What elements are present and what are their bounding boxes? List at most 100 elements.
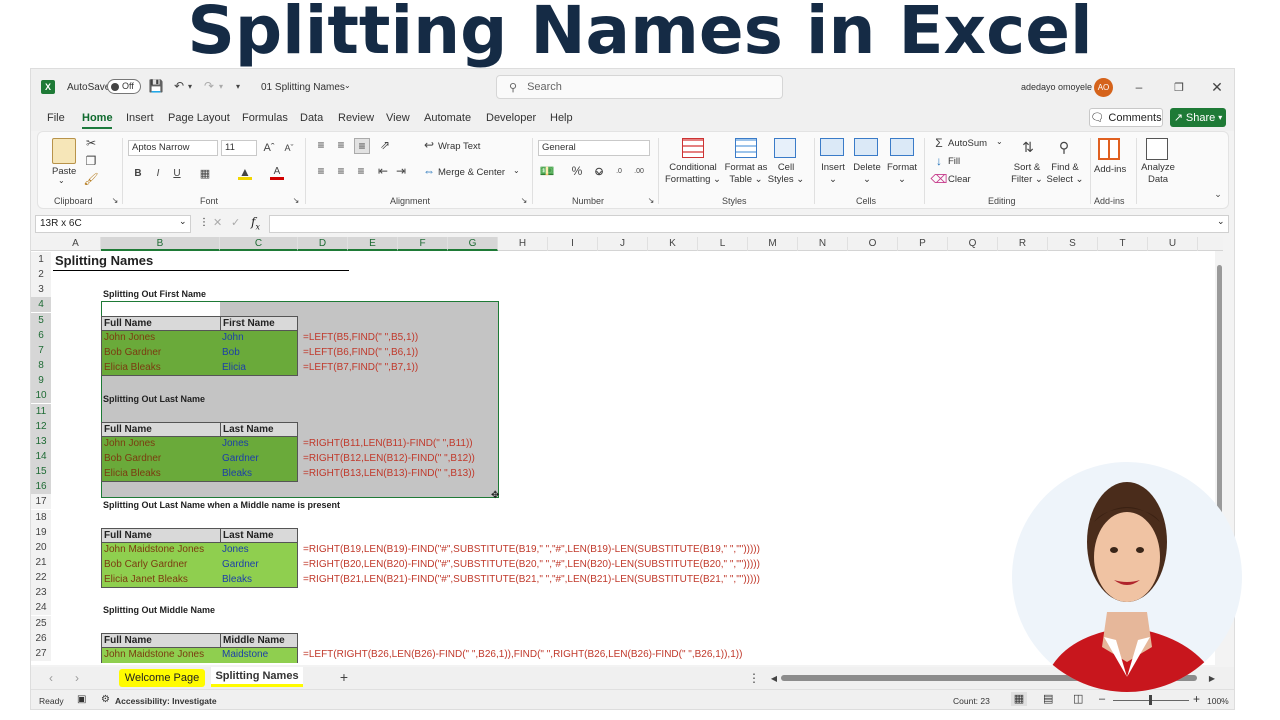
full-name-cell[interactable]: John Jones (101, 437, 221, 452)
cell-styles-icon[interactable] (774, 138, 796, 158)
formula-text-cell[interactable]: =RIGHT(B12,LEN(B12)-FIND(" ",B12)) (301, 452, 475, 466)
number-format-dropdown[interactable]: General (538, 140, 650, 156)
bold-icon[interactable]: B (132, 166, 144, 180)
column-header-t[interactable]: T (1098, 237, 1148, 251)
tab-page-layout[interactable]: Page Layout (168, 112, 230, 124)
merge-chevron-icon[interactable]: ⌄ (513, 166, 520, 175)
wrap-text-button[interactable]: Wrap Text (438, 141, 480, 152)
format-painter-icon[interactable]: 🖌 (83, 172, 98, 186)
column-header-q[interactable]: Q (948, 237, 998, 251)
find-select-button[interactable]: Find & Select ⌄ (1044, 162, 1086, 186)
row-header[interactable]: 23 (31, 585, 51, 601)
align-right-icon[interactable]: ≡ (354, 164, 368, 178)
full-name-cell[interactable]: Bob Gardner (101, 452, 221, 467)
vertical-scroll-thumb[interactable] (1217, 265, 1222, 515)
row-header[interactable]: 8 (31, 358, 51, 374)
row-header[interactable]: 2 (31, 267, 51, 283)
column-header-i[interactable]: I (548, 237, 598, 251)
formula-text-cell[interactable]: =LEFT(B6,FIND(" ",B6,1)) (301, 346, 418, 360)
find-select-icon[interactable]: ⚲ (1052, 136, 1076, 158)
tab-help[interactable]: Help (550, 112, 573, 124)
page-layout-view-icon[interactable]: ▤ (1043, 692, 1053, 705)
file-name-chevron-icon[interactable]: ⌄ (344, 81, 351, 90)
insert-function-icon[interactable]: fx (251, 215, 260, 231)
full-name-cell[interactable]: Bob Gardner (101, 346, 221, 361)
orientation-icon[interactable]: ⇗ (378, 138, 392, 152)
paste-chevron-icon[interactable]: ⌄ (58, 176, 65, 185)
redo-icon[interactable]: ↷ (201, 78, 217, 94)
clipboard-launcher-icon[interactable]: ↘ (110, 195, 120, 205)
format-as-table-button[interactable]: Format as Table ⌄ (722, 162, 770, 186)
delete-cells-icon[interactable] (854, 138, 878, 156)
row-header[interactable]: 27 (31, 645, 51, 661)
increase-indent-icon[interactable]: ⇥ (394, 164, 408, 178)
increase-font-icon[interactable]: Aˆ (262, 140, 276, 156)
row-header[interactable]: 22 (31, 570, 51, 586)
search-box[interactable]: ⚲ Search (496, 75, 783, 99)
zoom-level[interactable]: 100% (1207, 696, 1229, 706)
font-color-icon[interactable]: A (270, 166, 284, 180)
more-options-icon[interactable]: ⋮ (199, 217, 209, 228)
normal-view-icon[interactable]: ▦ (1011, 692, 1027, 706)
row-header[interactable]: 20 (31, 539, 51, 555)
row-header[interactable]: 5 (31, 312, 51, 328)
undo-dropdown-icon[interactable]: ▾ (186, 79, 194, 93)
alignment-launcher-icon[interactable]: ↘ (519, 195, 529, 205)
delete-cells-button[interactable]: Delete ⌄ (850, 162, 884, 186)
full-name-cell[interactable]: John Maidstone Jones (101, 648, 221, 663)
decrease-font-icon[interactable]: Aˇ (282, 140, 296, 156)
sheet-tab-splitting-names[interactable]: Splitting Names (211, 667, 303, 687)
row-header[interactable]: 9 (31, 373, 51, 389)
sheet-tab-welcome[interactable]: Welcome Page (119, 669, 205, 687)
row-header[interactable]: 19 (31, 524, 51, 540)
sort-filter-button[interactable]: Sort & Filter ⌄ (1006, 162, 1048, 186)
column-header-p[interactable]: P (898, 237, 948, 251)
add-ins-icon[interactable] (1098, 138, 1120, 160)
borders-icon[interactable]: ▦ (198, 166, 212, 180)
format-cells-button[interactable]: Format ⌄ (884, 162, 920, 186)
tab-view[interactable]: View (386, 112, 410, 124)
column-header-u[interactable]: U (1148, 237, 1198, 251)
column-header-h[interactable]: H (498, 237, 548, 251)
formula-text-cell[interactable]: =LEFT(RIGHT(B26,LEN(B26)-FIND(" ",B26,1)… (301, 648, 742, 662)
analyze-data-icon[interactable] (1146, 138, 1168, 160)
customize-qat-icon[interactable]: ▾ (233, 79, 243, 93)
formula-text-cell[interactable]: =RIGHT(B19,LEN(B19)-FIND("#",SUBSTITUTE(… (301, 543, 760, 557)
formula-text-cell[interactable]: =LEFT(B5,FIND(" ",B5,1)) (301, 331, 418, 345)
comma-style-icon[interactable]: ⎉ (592, 164, 606, 178)
column-header-s[interactable]: S (1048, 237, 1098, 251)
column-header-j[interactable]: J (598, 237, 648, 251)
format-as-table-icon[interactable] (735, 138, 757, 158)
full-name-cell[interactable]: Elicia Bleaks (101, 467, 221, 482)
close-icon[interactable]: ✕ (1209, 79, 1225, 95)
tab-data[interactable]: Data (300, 112, 323, 124)
row-header[interactable]: 25 (31, 615, 51, 631)
autosum-button[interactable]: AutoSum (948, 138, 987, 149)
tab-insert[interactable]: Insert (126, 112, 154, 124)
expand-formula-icon[interactable]: ⌄ (1217, 216, 1225, 227)
zoom-slider[interactable] (1113, 695, 1189, 705)
fill-button[interactable]: Fill (948, 156, 960, 167)
align-top-icon[interactable]: ≡ (314, 138, 328, 152)
autosave-toggle[interactable]: Off (107, 79, 141, 94)
redo-dropdown-icon[interactable]: ▾ (217, 79, 225, 93)
merge-center-button[interactable]: Merge & Center (438, 167, 505, 178)
part-name-cell[interactable]: Maidstone (220, 648, 298, 663)
font-launcher-icon[interactable]: ↘ (291, 195, 301, 205)
name-box-chevron-icon[interactable]: ⌄ (179, 216, 187, 227)
fill-color-icon[interactable]: ▲ (238, 165, 252, 180)
row-header[interactable]: 13 (31, 433, 51, 449)
percent-icon[interactable]: % (570, 164, 584, 178)
column-header-e[interactable]: E (348, 237, 398, 251)
zoom-slider-thumb[interactable] (1149, 695, 1152, 705)
full-name-cell[interactable]: John Maidstone Jones (101, 543, 221, 558)
number-launcher-icon[interactable]: ↘ (646, 195, 656, 205)
column-header-g[interactable]: G (448, 237, 498, 251)
tab-automate[interactable]: Automate (424, 112, 471, 124)
tab-review[interactable]: Review (338, 112, 374, 124)
row-header[interactable]: 1 (31, 252, 51, 267)
row-header[interactable]: 16 (31, 479, 51, 495)
wrap-text-icon[interactable]: ↩ (422, 138, 436, 152)
accessibility-status[interactable]: Accessibility: Investigate (115, 696, 217, 706)
insert-cells-button[interactable]: Insert ⌄ (816, 162, 850, 186)
